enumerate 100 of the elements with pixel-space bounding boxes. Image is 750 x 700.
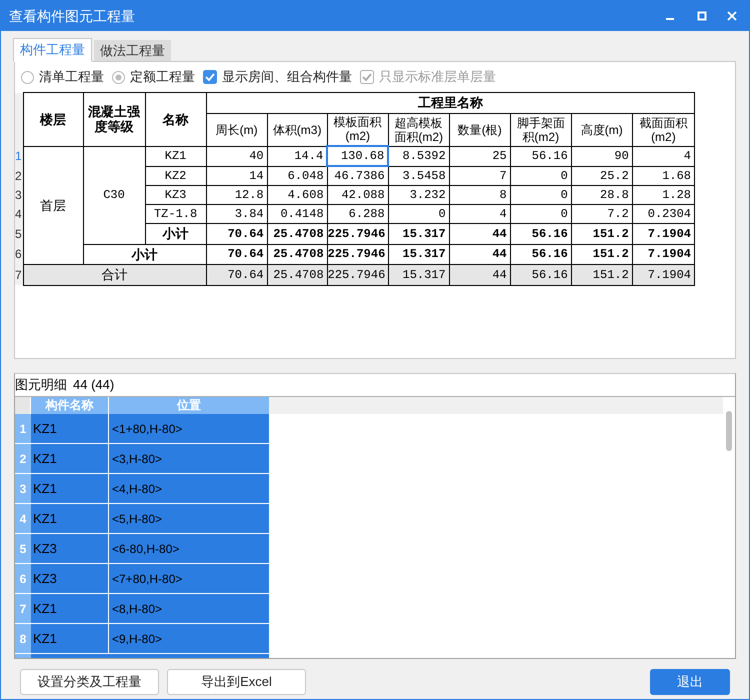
- table-cell: <3,H-80>: [109, 444, 269, 473]
- row-number: 4: [15, 504, 31, 533]
- row-number: 5: [15, 224, 23, 244]
- table-cell: 25.2: [571, 166, 632, 186]
- close-icon[interactable]: [727, 11, 737, 21]
- table-cell: 225.7946: [327, 264, 388, 285]
- table-row[interactable]: 8 KZ1 <9,H-80>: [15, 624, 723, 654]
- action-button[interactable]: 设置分类及工程量: [20, 669, 159, 695]
- table-cell: 14: [206, 166, 268, 186]
- option-label: 只显示标准层单层量: [379, 68, 496, 86]
- detail-label: 图元明细: [15, 376, 67, 394]
- table-row[interactable]: 2 KZ1 <3,H-80>: [15, 444, 723, 474]
- table-row[interactable]: 5 KZ3 <6-80,H-80>: [15, 534, 723, 564]
- window-title: 查看构件图元工程量: [9, 6, 136, 26]
- table-cell: <1+80,H-80>: [109, 414, 269, 443]
- table-cell: 0.4148: [267, 204, 328, 224]
- column-header: 截面面积(m2): [632, 113, 694, 146]
- table-cell: 8.5392: [388, 146, 450, 166]
- table-cell: 15.317: [388, 264, 450, 285]
- table-cell: 0: [510, 186, 572, 204]
- table-cell: 0: [510, 166, 572, 186]
- table-cell: 130.68: [327, 146, 388, 166]
- table-cell: 151.2: [571, 264, 632, 285]
- column-header: 高度(m): [571, 113, 632, 146]
- row-number: 2: [15, 166, 23, 186]
- exit-button[interactable]: 退出: [650, 669, 730, 695]
- table-cell: 56.16: [510, 264, 572, 285]
- scrollbar-thumb[interactable]: [726, 411, 732, 451]
- table-row[interactable]: 4 KZ1 <5,H-80>: [15, 504, 723, 534]
- table-row[interactable]: 1 KZ1 <1+80,H-80>: [15, 414, 723, 444]
- row-number: 7: [15, 594, 31, 623]
- maximize-icon[interactable]: [697, 11, 707, 21]
- table-cell: <7+80,H-80>: [109, 564, 269, 593]
- table-cell: 3.232: [388, 186, 450, 204]
- table-row[interactable]: 6 KZ3 <7+80,H-80>: [15, 564, 723, 594]
- table-cell: 7: [449, 166, 510, 186]
- checkbox[interactable]: [203, 70, 217, 84]
- table-cell: <6-80,H-80>: [109, 534, 269, 563]
- row-number: 6: [15, 244, 23, 264]
- column-header: 超高模板面积(m2): [388, 113, 450, 146]
- table-cell: <4,H-80>: [109, 474, 269, 503]
- tab[interactable]: 做法工程量: [94, 40, 171, 61]
- table-cell: KZ1: [31, 594, 109, 623]
- table-cell: KZ3: [145, 186, 206, 204]
- table-cell: 70.64: [206, 224, 268, 244]
- column-header: 体积(m3): [267, 113, 328, 146]
- table-cell: 4.608: [267, 186, 328, 204]
- table-cell: C30: [83, 146, 146, 244]
- row-number: 1: [15, 146, 23, 166]
- table-row[interactable]: 3 KZ1 <4,H-80>: [15, 474, 723, 504]
- tab[interactable]: 构件工程量: [13, 38, 92, 62]
- row-number: 7: [15, 264, 23, 285]
- table-cell: 28.8: [571, 186, 632, 204]
- table-cell: 90: [571, 146, 632, 166]
- table-cell: 12.8: [206, 186, 268, 204]
- table-cell: 3.84: [206, 204, 268, 224]
- row-number: 4: [15, 204, 23, 224]
- table-cell: 25: [449, 146, 510, 166]
- option-label: 显示房间、组合构件量: [222, 68, 352, 86]
- table-cell: 25.4708: [267, 224, 328, 244]
- radio-button[interactable]: [112, 70, 125, 84]
- row-number: 1: [15, 414, 31, 443]
- table-cell: TZ-1.8: [145, 204, 206, 224]
- table-cell: 44: [449, 224, 510, 244]
- table-cell: KZ1: [31, 624, 109, 653]
- table-cell: 1.68: [632, 166, 694, 186]
- table-cell: KZ1: [31, 414, 109, 443]
- row-number: 2: [15, 444, 31, 473]
- table-cell: 6.048: [267, 166, 328, 186]
- row-number: 3: [15, 474, 31, 503]
- table-cell: 56.16: [510, 146, 572, 166]
- table-cell: 42.088: [327, 186, 388, 204]
- table-cell: 25.4708: [267, 264, 328, 285]
- action-button[interactable]: 导出到Excel: [167, 669, 306, 695]
- column-header: 周长(m): [206, 113, 268, 146]
- column-group-header: 工程里名称: [206, 92, 694, 113]
- table-cell: 44: [449, 264, 510, 285]
- table-cell: 8: [449, 186, 510, 204]
- table-cell: 56.16: [510, 224, 572, 244]
- row-number: 8: [15, 624, 31, 653]
- table-cell: 70.64: [206, 264, 268, 285]
- row-number: 3: [15, 186, 23, 204]
- option-label: 清单工程量: [39, 68, 104, 86]
- row-number: 6: [15, 564, 31, 593]
- table-row[interactable]: 7 KZ1 <8,H-80>: [15, 594, 723, 624]
- table-cell: 6.288: [327, 204, 388, 224]
- table-cell: 小计: [145, 224, 206, 244]
- table-cell: 4: [632, 146, 694, 166]
- column-header: 脚手架面积(m2): [510, 113, 572, 146]
- column-header: 混凝土强度等级: [83, 92, 146, 146]
- table-cell: KZ1: [145, 146, 206, 166]
- table-cell: 225.7946: [327, 224, 388, 244]
- radio-button[interactable]: [21, 70, 34, 84]
- table-cell: 7.2: [571, 204, 632, 224]
- table-cell: 0: [388, 204, 450, 224]
- table-cell: <5,H-80>: [109, 504, 269, 533]
- table-cell: <9,H-80>: [109, 624, 269, 653]
- table-cell: 15.317: [388, 224, 450, 244]
- column-header: 楼层: [23, 92, 84, 146]
- column-header: 名称: [145, 92, 206, 146]
